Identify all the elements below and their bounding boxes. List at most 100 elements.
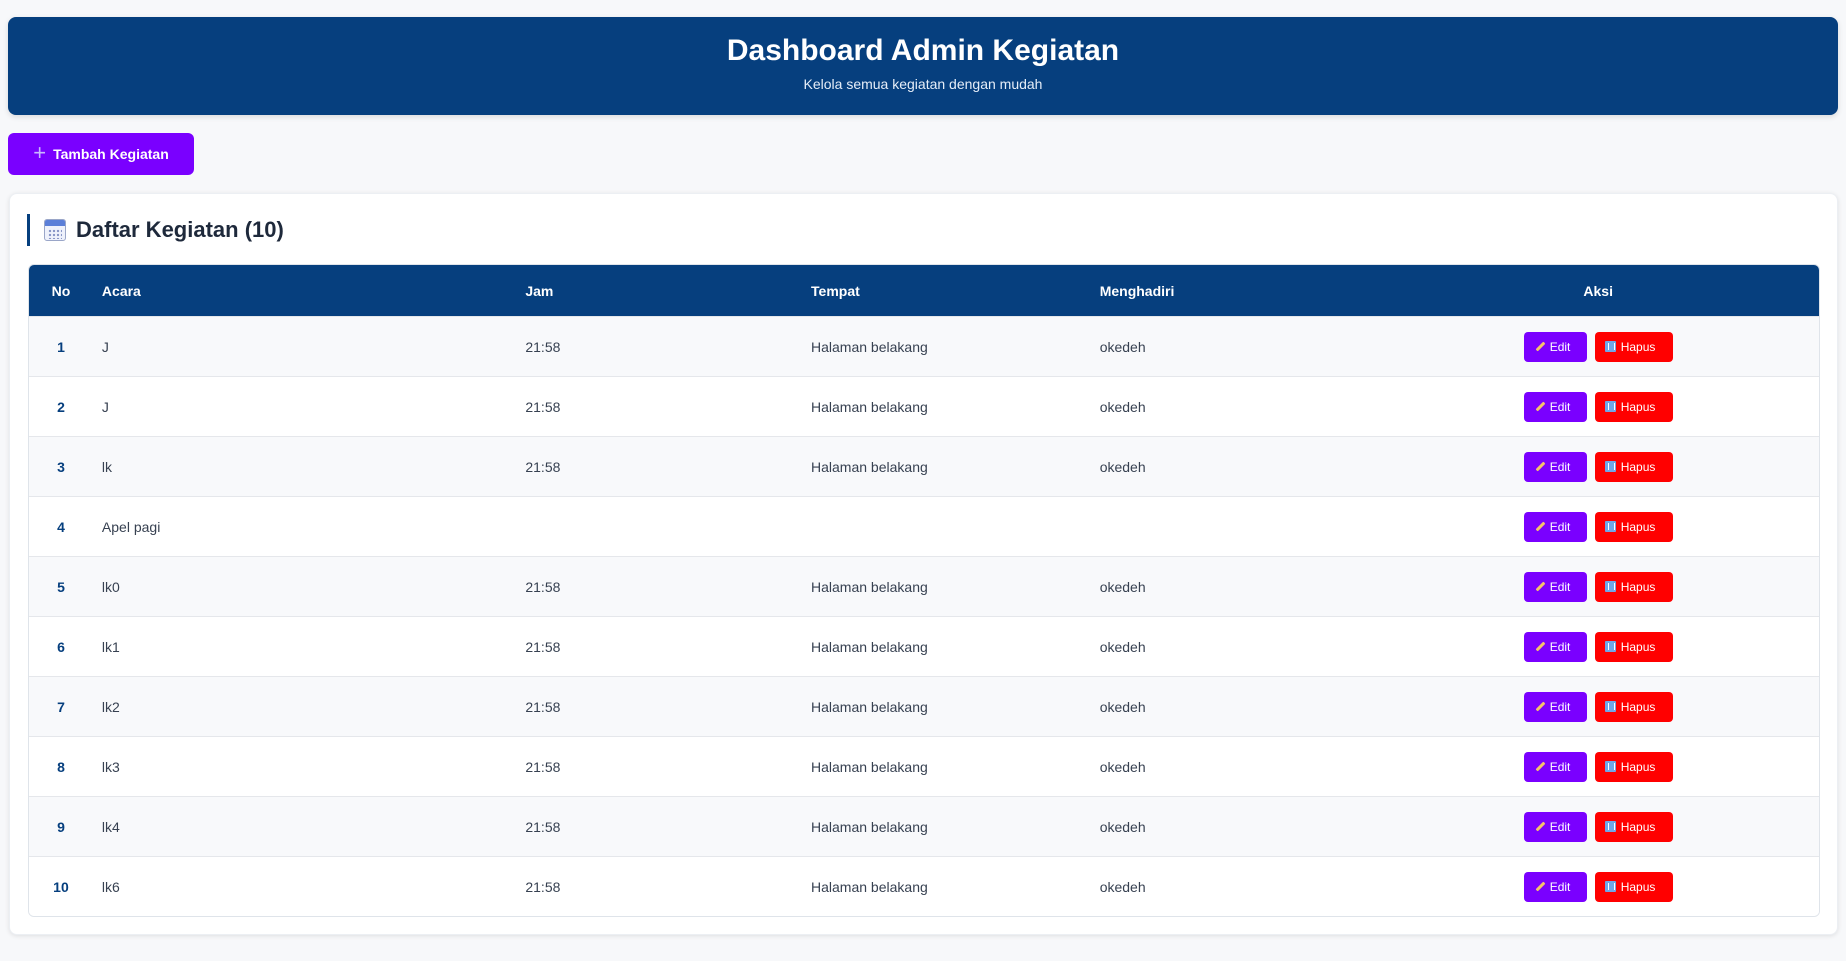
cell-jam: 21:58 <box>520 556 797 616</box>
delete-button[interactable]: Hapus <box>1594 451 1673 482</box>
cell-tempat: Halaman belakang <box>796 556 1083 616</box>
trash-icon <box>1604 881 1616 892</box>
cell-aksi: Edit Hapus <box>1377 376 1819 436</box>
page-header: Dashboard Admin Kegiatan Kelola semua ke… <box>8 17 1838 115</box>
delete-button[interactable]: Hapus <box>1594 631 1673 662</box>
table-row: 1 J 21:58 Halaman belakang okedeh Edit Hapus <box>29 316 1819 376</box>
pencil-icon <box>1534 581 1545 592</box>
cell-acara: lk0 <box>92 556 521 616</box>
table-row: 4 Apel pagi Edit Hapus <box>29 496 1819 556</box>
cell-tempat: Halaman belakang <box>796 376 1083 436</box>
cell-no: 8 <box>29 736 93 796</box>
table-row: 5 lk0 21:58 Halaman belakang okedeh Edit Hapus <box>29 556 1819 616</box>
column-header-jam: Jam <box>525 282 554 299</box>
table-row: 3 lk 21:58 Halaman belakang okedeh Edit Hapus <box>29 436 1819 496</box>
cell-jam: 21:58 <box>520 736 797 796</box>
cell-tempat: Halaman belakang <box>796 856 1083 916</box>
trash-icon <box>1604 821 1616 832</box>
delete-button[interactable]: Hapus <box>1594 751 1673 782</box>
column-header-acara: Acara <box>101 282 141 299</box>
delete-button[interactable]: Hapus <box>1594 391 1673 422</box>
cell-acara: lk6 <box>92 856 521 916</box>
pencil-icon <box>1534 401 1545 412</box>
edit-button[interactable]: Edit <box>1523 331 1587 362</box>
cell-tempat: Halaman belakang <box>796 616 1083 676</box>
cell-no: 10 <box>29 856 93 916</box>
edit-label: Edit <box>1549 459 1571 474</box>
column-header-tempat: Tempat <box>811 282 860 299</box>
delete-button[interactable]: Hapus <box>1594 331 1673 362</box>
add-activity-label: Tambah Kegiatan <box>53 146 169 162</box>
table-row: 10 lk6 21:58 Halaman belakang okedeh Edit Hapu… <box>29 856 1819 916</box>
pencil-icon <box>1534 821 1545 832</box>
edit-label: Edit <box>1549 879 1571 894</box>
cell-no: 9 <box>29 796 93 856</box>
trash-icon <box>1604 401 1616 412</box>
cell-aksi: Edit Hapus <box>1377 676 1819 736</box>
plus-icon: + <box>33 140 47 165</box>
cell-aksi: Edit Hapus <box>1377 616 1819 676</box>
delete-label: Hapus <box>1620 699 1656 714</box>
edit-button[interactable]: Edit <box>1523 751 1587 782</box>
delete-label: Hapus <box>1620 759 1656 774</box>
edit-button[interactable]: Edit <box>1523 571 1587 602</box>
cell-jam: 21:58 <box>520 676 797 736</box>
cell-menghadiri: okedeh <box>1082 796 1378 856</box>
table-row: 8 lk3 21:58 Halaman belakang okedeh Edit Hapus <box>29 736 1819 796</box>
edit-button[interactable]: Edit <box>1523 631 1587 662</box>
edit-label: Edit <box>1549 339 1571 354</box>
edit-label: Edit <box>1549 639 1571 654</box>
cell-menghadiri: okedeh <box>1082 556 1378 616</box>
trash-icon <box>1604 581 1616 592</box>
cell-tempat <box>796 496 1083 556</box>
activity-table: No Acara Jam Tempat Menghadiri Aksi 1 J 21… <box>28 264 1820 917</box>
list-heading: Daftar Kegiatan (10) <box>27 214 284 246</box>
cell-no: 1 <box>29 316 93 376</box>
column-header-aksi: Aksi <box>1583 282 1613 299</box>
cell-no: 2 <box>29 376 93 436</box>
cell-aksi: Edit Hapus <box>1377 796 1819 856</box>
calendar-icon <box>44 219 66 241</box>
delete-label: Hapus <box>1620 519 1656 534</box>
activity-list-card: Daftar Kegiatan (10) No Acara Jam Tempat… <box>9 193 1838 935</box>
cell-aksi: Edit Hapus <box>1377 316 1819 376</box>
delete-label: Hapus <box>1620 639 1656 654</box>
edit-button[interactable]: Edit <box>1523 451 1587 482</box>
trash-icon <box>1604 521 1616 532</box>
edit-button[interactable]: Edit <box>1523 811 1587 842</box>
delete-button[interactable]: Hapus <box>1594 871 1673 902</box>
edit-button[interactable]: Edit <box>1523 691 1587 722</box>
add-activity-button[interactable]: + Tambah Kegiatan <box>8 133 194 175</box>
pencil-icon <box>1534 881 1545 892</box>
pencil-icon <box>1534 761 1545 772</box>
delete-label: Hapus <box>1620 399 1656 414</box>
cell-no: 7 <box>29 676 93 736</box>
cell-tempat: Halaman belakang <box>796 736 1083 796</box>
pencil-icon <box>1534 521 1545 532</box>
edit-button[interactable]: Edit <box>1523 391 1587 422</box>
delete-button[interactable]: Hapus <box>1594 691 1673 722</box>
cell-jam: 21:58 <box>520 796 797 856</box>
trash-icon <box>1604 461 1616 472</box>
cell-acara: J <box>92 316 521 376</box>
cell-no: 5 <box>29 556 93 616</box>
pencil-icon <box>1534 341 1545 352</box>
delete-button[interactable]: Hapus <box>1594 811 1673 842</box>
edit-button[interactable]: Edit <box>1523 511 1587 542</box>
cell-aksi: Edit Hapus <box>1377 436 1819 496</box>
cell-aksi: Edit Hapus <box>1377 496 1819 556</box>
page-title: Dashboard Admin Kegiatan <box>726 34 1120 67</box>
pencil-icon <box>1534 461 1545 472</box>
table-row: 9 lk4 21:58 Halaman belakang okedeh Edit Hapus <box>29 796 1819 856</box>
cell-aksi: Edit Hapus <box>1377 556 1819 616</box>
edit-label: Edit <box>1549 699 1571 714</box>
delete-button[interactable]: Hapus <box>1594 511 1673 542</box>
cell-jam: 21:58 <box>520 436 797 496</box>
column-header-no: No <box>51 282 71 299</box>
trash-icon <box>1604 341 1616 352</box>
edit-button[interactable]: Edit <box>1523 871 1587 902</box>
cell-aksi: Edit Hapus <box>1377 736 1819 796</box>
cell-menghadiri: okedeh <box>1082 376 1378 436</box>
delete-button[interactable]: Hapus <box>1594 571 1673 602</box>
edit-label: Edit <box>1549 579 1571 594</box>
